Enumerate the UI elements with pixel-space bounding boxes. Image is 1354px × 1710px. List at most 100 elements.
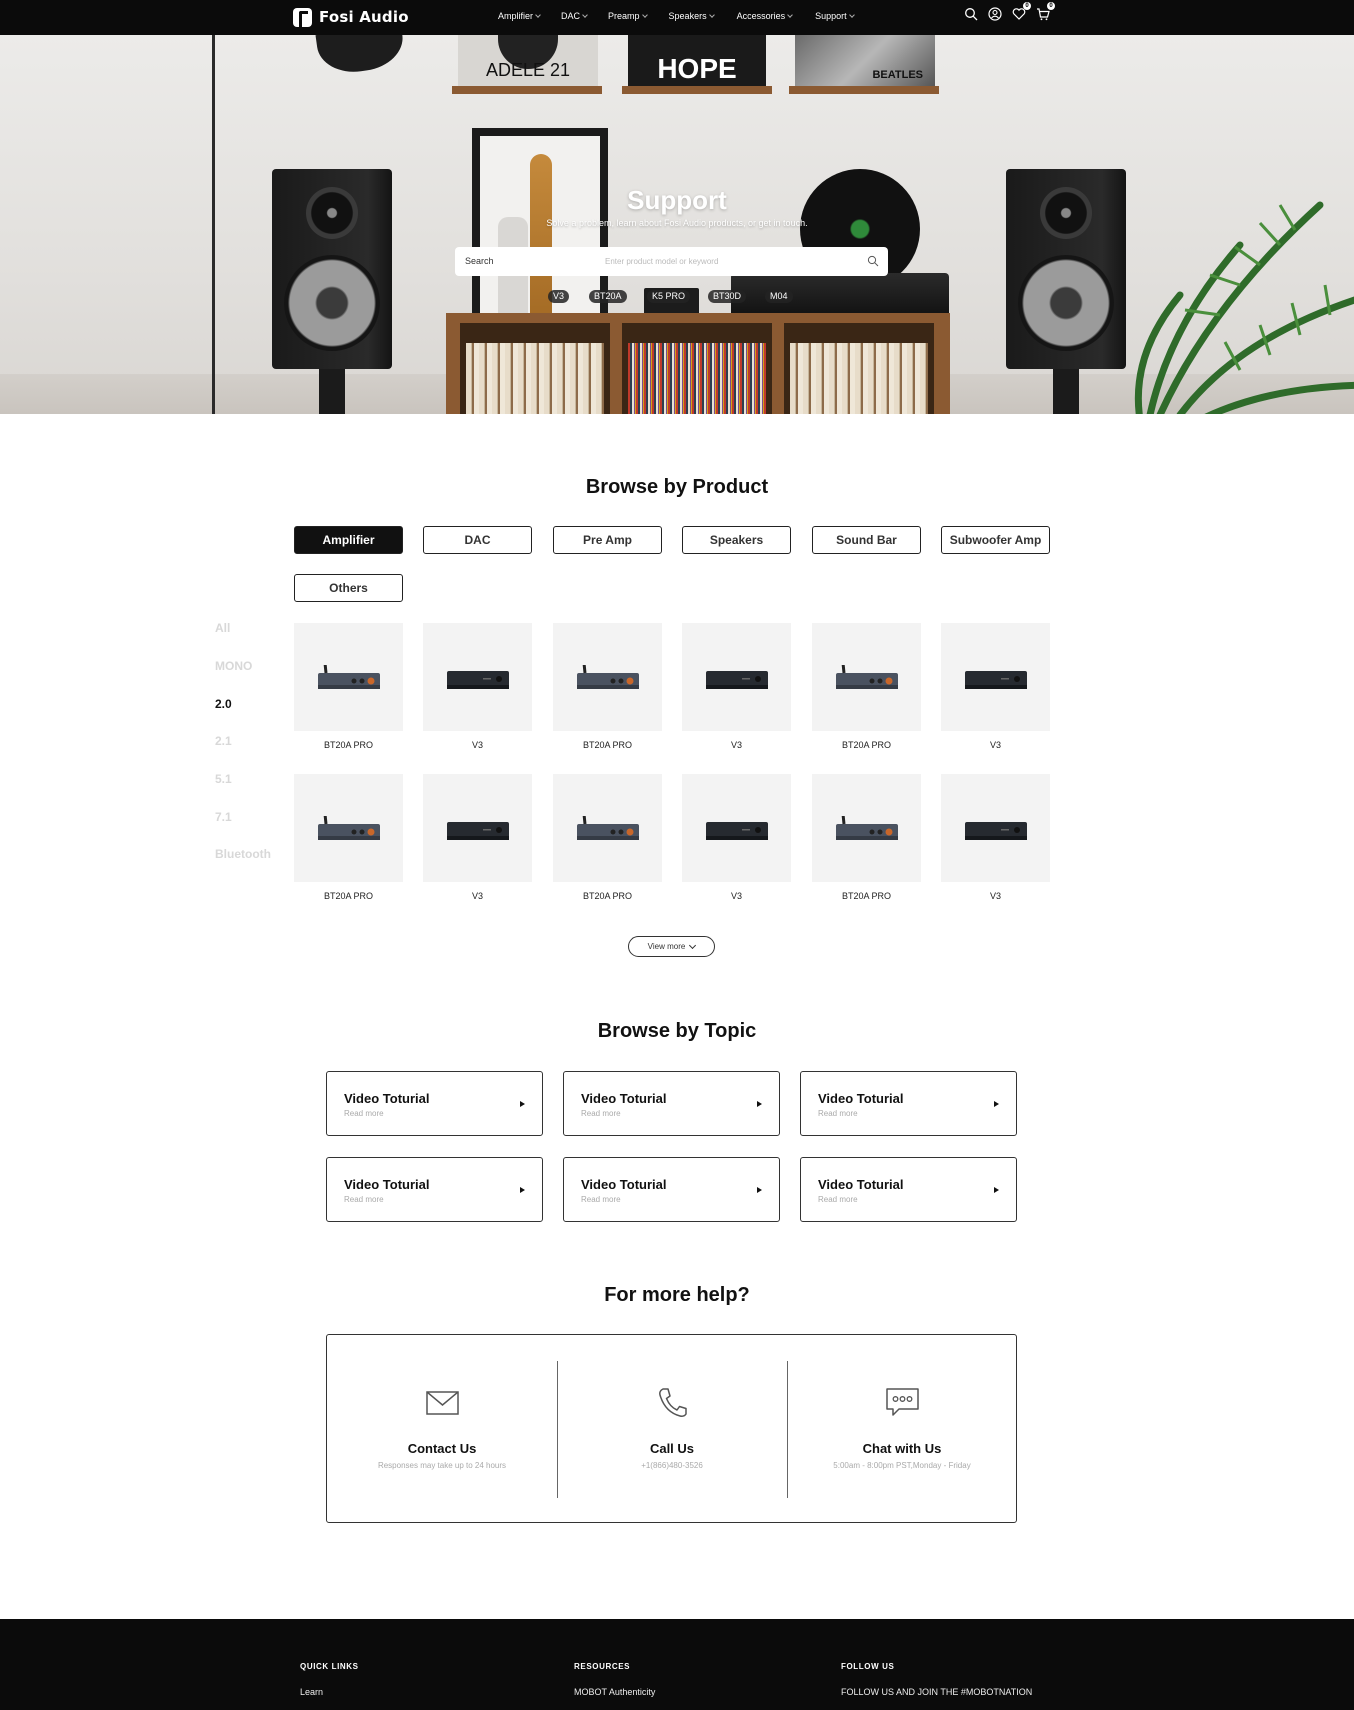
product-card[interactable]: V3	[423, 774, 532, 901]
topic-read-more: Read more	[581, 1195, 621, 1204]
category-amplifier[interactable]: Amplifier	[294, 526, 403, 554]
topic-card[interactable]: Video Toturial Read more	[800, 1071, 1017, 1136]
product-card[interactable]: BT20A PRO	[553, 623, 662, 750]
bt20a-pro-amp-image	[577, 816, 639, 840]
chat-icon	[886, 1388, 919, 1416]
product-card[interactable]: BT20A PRO	[553, 774, 662, 901]
v3-amp-image	[965, 822, 1027, 840]
call-us-title: Call Us	[649, 1441, 695, 1456]
filter-all[interactable]: All	[215, 621, 230, 635]
topic-card[interactable]: Video Toturial Read more	[563, 1157, 780, 1222]
brand-logo[interactable]: Fosi Audio	[293, 5, 409, 29]
chevron-down-icon	[689, 941, 697, 949]
wall-shelf	[452, 86, 602, 94]
support-search-input[interactable]	[605, 252, 805, 270]
chat-with-us-option[interactable]: Chat with Us 5:00am - 8:00pm PST,Monday …	[787, 1335, 1017, 1524]
chat-title: Chat with Us	[862, 1441, 942, 1456]
topic-card[interactable]: Video Toturial Read more	[326, 1157, 543, 1222]
wishlist-icon[interactable]: 0	[1012, 2, 1031, 21]
menu-dac[interactable]: DAC	[561, 11, 588, 21]
site-footer: QUICK LINKS Learn RESOURCES MOBOT Authen…	[0, 1619, 1354, 1710]
menu-support[interactable]: Support	[815, 11, 855, 21]
product-image	[812, 623, 921, 731]
logo-icon	[293, 7, 312, 27]
speaker-stand	[1053, 369, 1079, 414]
category-sound-bar[interactable]: Sound Bar	[812, 526, 921, 554]
menu-preamp[interactable]: Preamp	[608, 11, 648, 21]
v3-amp-image	[706, 671, 768, 689]
album-hope-image: HOPE	[628, 35, 766, 87]
product-image	[423, 623, 532, 731]
filter-2-0[interactable]: 2.0	[215, 697, 232, 711]
topic-card[interactable]: Video Toturial Read more	[563, 1071, 780, 1136]
play-arrow-icon	[757, 1101, 762, 1107]
product-card[interactable]: V3	[682, 774, 791, 901]
product-card[interactable]: V3	[941, 623, 1050, 750]
category-speakers[interactable]: Speakers	[682, 526, 791, 554]
tag-bt30d[interactable]: BT30D	[708, 290, 747, 303]
contact-us-title: Contact Us	[407, 1441, 477, 1456]
product-card[interactable]: BT20A PRO	[294, 774, 403, 901]
phone-icon	[659, 1388, 687, 1417]
speaker-stand	[319, 369, 345, 414]
category-dac[interactable]: DAC	[423, 526, 532, 554]
play-arrow-icon	[757, 1187, 762, 1193]
category-pre-amp[interactable]: Pre Amp	[553, 526, 662, 554]
topic-card[interactable]: Video Toturial Read more	[800, 1157, 1017, 1222]
product-card[interactable]: BT20A PRO	[812, 623, 921, 750]
tag-m04[interactable]: M04	[765, 290, 793, 303]
category-others[interactable]: Others	[294, 574, 403, 602]
menu-speakers[interactable]: Speakers	[669, 11, 715, 21]
product-card[interactable]: V3	[941, 774, 1050, 901]
product-name: BT20A PRO	[841, 740, 892, 750]
product-card[interactable]: BT20A PRO	[812, 774, 921, 901]
view-more-button[interactable]: View more	[628, 936, 715, 957]
search-label: Search	[465, 256, 494, 266]
record-cabinet-image	[446, 313, 950, 414]
topic-title: Video Toturial	[581, 1177, 667, 1192]
guitar-frame-image	[472, 128, 608, 343]
tag-k5-pro[interactable]: K5 PRO	[647, 290, 691, 303]
tag-bt20a[interactable]: BT20A	[589, 290, 627, 303]
cabinet-compartment	[784, 323, 934, 414]
category-subwoofer-amp[interactable]: Subwoofer Amp	[941, 526, 1050, 554]
contact-us-option[interactable]: Contact Us Responses may take up to 24 h…	[327, 1335, 557, 1524]
footer-link-learn[interactable]: Learn	[300, 1687, 323, 1697]
play-arrow-icon	[520, 1101, 525, 1107]
cart-icon[interactable]: 0	[1036, 2, 1055, 21]
footer-link-mobot-authenticity[interactable]: MOBOT Authenticity	[574, 1687, 655, 1697]
product-image	[553, 623, 662, 731]
topic-card[interactable]: Video Toturial Read more	[326, 1071, 543, 1136]
book-row	[466, 343, 604, 414]
book-row	[790, 343, 928, 414]
search-icon[interactable]	[964, 7, 978, 21]
call-us-option[interactable]: Call Us +1(866)480-3526	[557, 1335, 787, 1524]
filter-7-1[interactable]: 7.1	[215, 810, 232, 824]
product-card[interactable]: V3	[682, 623, 791, 750]
product-image	[294, 774, 403, 882]
menu-amplifier[interactable]: Amplifier	[498, 11, 541, 21]
filter-mono[interactable]: MONO	[215, 659, 252, 673]
menu-label: Amplifier	[498, 11, 534, 21]
chevron-down-icon	[848, 12, 855, 18]
filter-5-1[interactable]: 5.1	[215, 772, 232, 786]
wishlist-count-badge: 0	[1023, 2, 1031, 10]
account-icon[interactable]	[988, 7, 1002, 21]
search-icon[interactable]	[867, 255, 879, 267]
product-name: BT20A PRO	[841, 891, 892, 901]
tag-v3[interactable]: V3	[548, 290, 570, 303]
chevron-down-icon	[787, 12, 793, 18]
menu-accessories[interactable]: Accessories	[737, 11, 793, 21]
cart-count-badge: 0	[1047, 2, 1055, 10]
bt20a-pro-amp-image	[577, 665, 639, 689]
album-beatles-image: BEATLES	[795, 35, 935, 87]
menu-label: Preamp	[608, 11, 640, 21]
product-name: BT20A PRO	[582, 891, 633, 901]
help-options-box: Contact Us Responses may take up to 24 h…	[326, 1334, 1017, 1523]
product-name: V3	[730, 740, 742, 750]
product-card[interactable]: BT20A PRO	[294, 623, 403, 750]
topic-title: Video Toturial	[344, 1177, 430, 1192]
filter-2-1[interactable]: 2.1	[215, 734, 232, 748]
product-card[interactable]: V3	[423, 623, 532, 750]
filter-bluetooth[interactable]: Bluetooth	[215, 847, 271, 861]
